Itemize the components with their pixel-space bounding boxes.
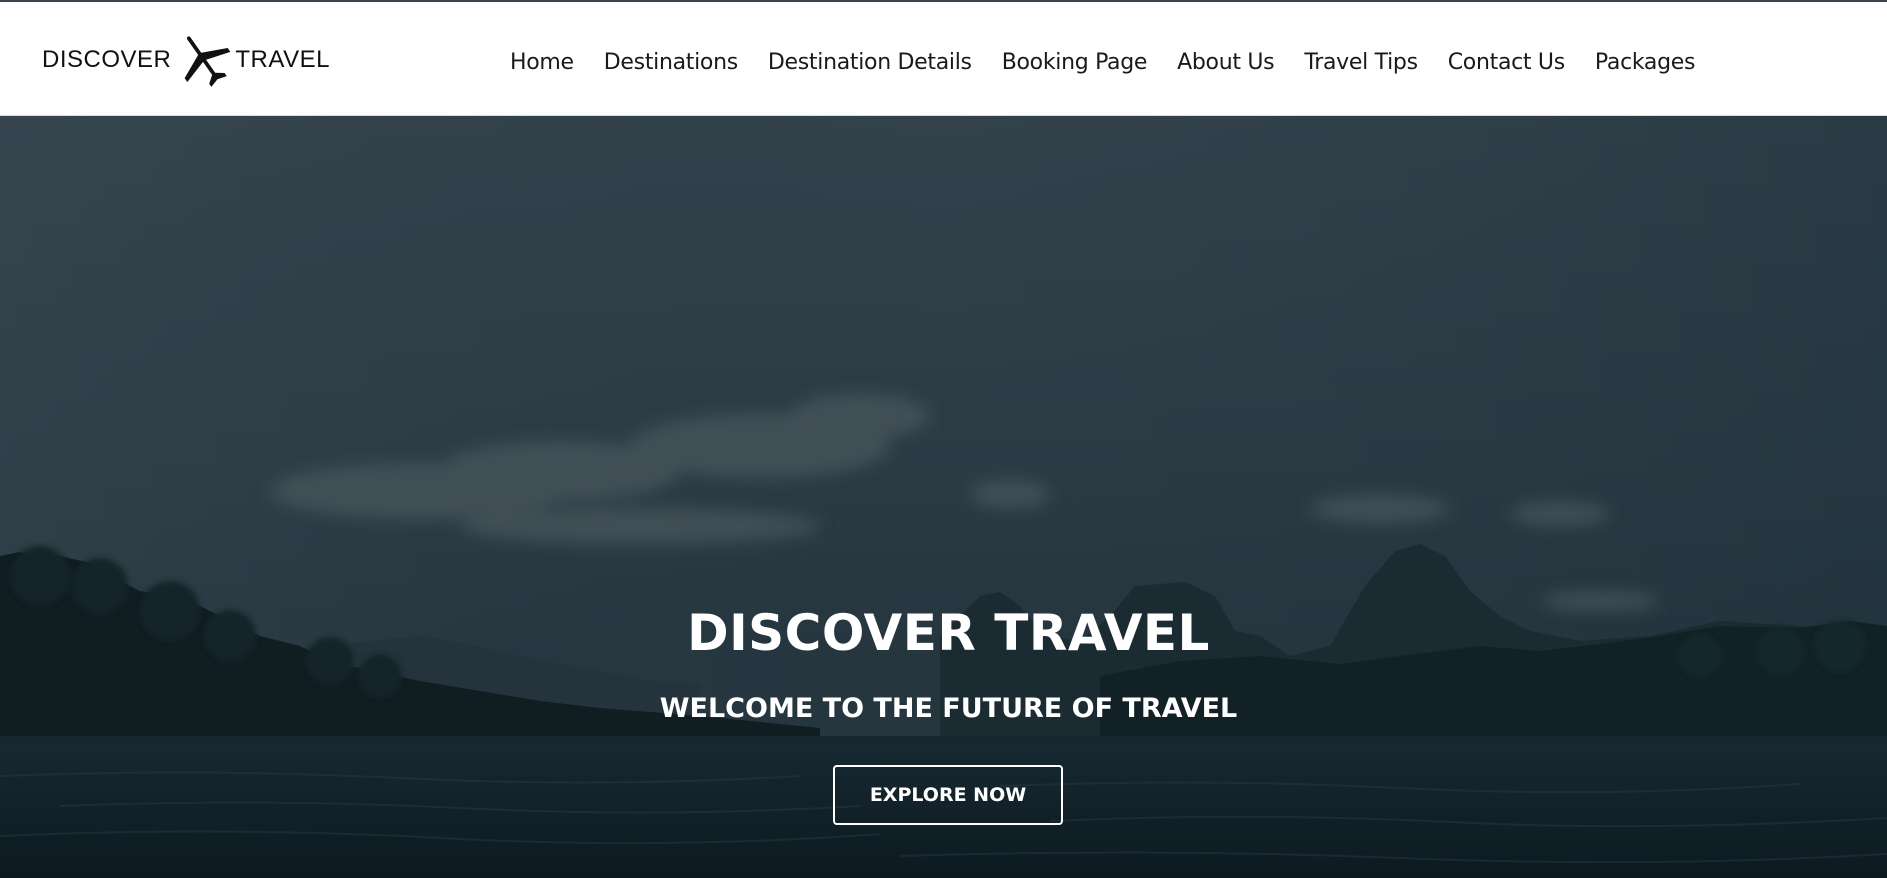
main-nav: Home Destinations Destination Details Bo… [510, 46, 1725, 78]
brand-logo[interactable]: DISCOVER TRAVEL [42, 30, 330, 90]
nav-item-home[interactable]: Home [510, 50, 574, 75]
hero-background-image [0, 116, 1887, 878]
hero-subtitle: WELCOME TO THE FUTURE OF TRAVEL [659, 693, 1238, 724]
explore-now-button[interactable]: EXPLORE NOW [833, 765, 1063, 825]
site-header: DISCOVER TRAVEL Home Destinations Destin… [0, 2, 1887, 116]
hero-title: DISCOVER TRAVEL [687, 604, 1210, 662]
nav-item-contact-us[interactable]: Contact Us [1448, 50, 1565, 75]
nav-item-travel-tips[interactable]: Travel Tips [1304, 50, 1418, 75]
nav-item-booking-page[interactable]: Booking Page [1002, 50, 1148, 75]
brand-word-left: DISCOVER [42, 46, 172, 73]
nav-item-destinations[interactable]: Destinations [604, 50, 738, 75]
nav-item-about-us[interactable]: About Us [1177, 50, 1275, 75]
page: DISCOVER TRAVEL Home Destinations Destin… [0, 0, 1887, 878]
brand-word-right: TRAVEL [235, 46, 330, 73]
nav-item-packages[interactable]: Packages [1595, 50, 1696, 75]
nav-item-destination-details[interactable]: Destination Details [768, 50, 972, 75]
airplane-icon [185, 36, 231, 87]
hero-section: DISCOVER TRAVEL WELCOME TO THE FUTURE OF… [0, 116, 1887, 878]
